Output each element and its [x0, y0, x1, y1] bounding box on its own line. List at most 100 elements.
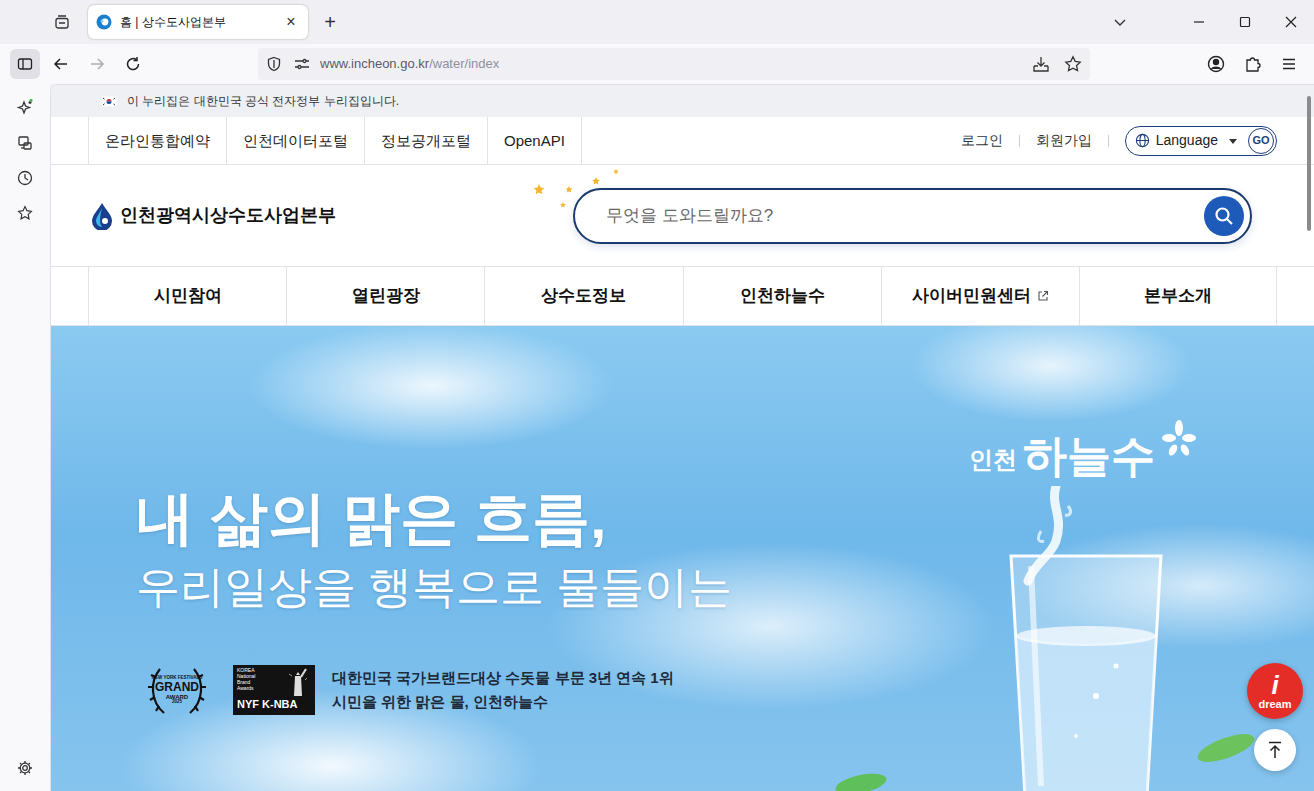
badge-line: GRAND — [155, 681, 199, 694]
globe-icon — [1135, 133, 1150, 148]
browser-tab[interactable]: 홈 | 상수도사업본부 × — [88, 5, 308, 39]
utility-link[interactable]: OpenAPI — [487, 117, 582, 165]
forward-icon[interactable] — [83, 50, 111, 78]
language-label: Language — [1156, 130, 1218, 151]
main-navigation: 시민참여 열린광장 상수도정보 인천하늘수 사이버민원센터 본부소개 — [51, 266, 1314, 326]
brand-small-text: 인천 — [969, 442, 1017, 478]
separator — [1019, 135, 1020, 147]
arrow-up-icon — [1267, 741, 1283, 759]
scrollbar-thumb[interactable] — [1307, 96, 1311, 231]
separator — [1108, 135, 1109, 147]
utility-links: 온라인통합예약인천데이터포털정보공개포털OpenAPI — [88, 117, 582, 164]
award-text: 대한민국 국가브랜드대상 수돗물 부문 3년 연속 1위시민을 위한 맑은 물,… — [332, 666, 674, 714]
main-nav-label: 사이버민원센터 — [912, 283, 1031, 309]
settings-gear-icon[interactable] — [11, 754, 39, 782]
url-path: /water/index — [429, 56, 499, 71]
korea-flag-icon — [101, 96, 117, 107]
sidebar-toggle-icon[interactable] — [10, 49, 40, 79]
search-button[interactable] — [1204, 196, 1244, 236]
main-nav-item[interactable]: 상수도정보 — [484, 267, 682, 325]
site-header: 인천광역시상수도사업본부 — [51, 165, 1314, 266]
hero-banner: 인천 하늘수 내 삶의 맑은 흐름, 우리일상을 행복으로 물들이는 NEW Y… — [51, 326, 1314, 791]
badge-text: NEW YORK FESTIVALSGRANDAWARD2025 — [146, 659, 208, 721]
extensions-icon[interactable] — [1239, 50, 1267, 78]
main-nav-label: 열린광장 — [352, 283, 420, 309]
web-page: 이 누리집은 대한민국 공식 전자정부 누리집입니다. 온라인통합예약인천데이터… — [50, 84, 1314, 791]
favicon-icon — [96, 14, 112, 30]
logo-text: 인천광역시상수도사업본부 — [120, 202, 336, 229]
search-input[interactable] — [604, 202, 1204, 230]
main-nav-item[interactable]: 사이버민원센터 — [881, 267, 1079, 325]
magnifier-icon — [1214, 206, 1234, 226]
award-line: 시민을 위한 맑은 물, 인천하늘수 — [332, 690, 674, 714]
main-nav-item[interactable]: 열린광장 — [286, 267, 484, 325]
back-icon[interactable] — [47, 50, 75, 78]
minimize-icon[interactable] — [1176, 0, 1222, 44]
language-select[interactable]: Language GO — [1125, 126, 1277, 156]
award-badges: NEW YORK FESTIVALSGRANDAWARD2025 KOREANat… — [136, 659, 315, 721]
badge-top: KOREANationalBrandAwards — [237, 668, 311, 698]
main-nav-list: 시민참여 열린광장 상수도정보 인천하늘수 사이버민원센터 본부소개 — [88, 267, 1277, 325]
search-box[interactable] — [573, 188, 1252, 244]
external-link-icon — [1037, 290, 1049, 302]
main-nav-label: 본부소개 — [1144, 283, 1212, 309]
url-host: www.incheon.go.kr — [320, 56, 429, 71]
new-tab-button[interactable]: + — [316, 12, 344, 32]
scroll-top-button[interactable] — [1254, 729, 1296, 771]
bookmark-star-icon[interactable] — [1064, 55, 1082, 73]
grand-award-badge: NEW YORK FESTIVALSGRANDAWARD2025 — [146, 659, 208, 721]
reload-icon[interactable] — [119, 50, 147, 78]
main-nav-item[interactable]: 본부소개 — [1079, 267, 1277, 325]
badge-small-text: KOREANationalBrandAwards — [237, 668, 255, 691]
i-dream-button[interactable]: i dream — [1247, 663, 1303, 719]
tab-bar: 홈 | 상수도사업본부 × + — [0, 0, 1314, 44]
signup-link[interactable]: 회원가입 — [1036, 130, 1092, 151]
gov-banner: 이 누리집은 대한민국 공식 전자정부 누리집입니다. — [51, 85, 1314, 117]
hero-headline: 내 삶의 맑은 흐름, — [136, 486, 1314, 550]
utility-link[interactable]: 온라인통합예약 — [88, 117, 226, 165]
main-nav-item[interactable]: 인천하늘수 — [683, 267, 881, 325]
tab-title: 홈 | 상수도사업본부 — [120, 13, 274, 31]
brand-award-badge: KOREANationalBrandAwards NYF K-NBA — [233, 665, 315, 715]
award-line: 대한민국 국가브랜드대상 수돗물 부문 3년 연속 1위 — [332, 666, 674, 690]
brand-big-text: 하늘수 — [1023, 434, 1155, 478]
water-drop-logo-icon — [90, 202, 114, 230]
utility-bar: 온라인통합예약인천데이터포털정보공개포털OpenAPI 로그인 회원가입 Lang… — [51, 117, 1314, 165]
close-window-icon[interactable] — [1268, 0, 1314, 44]
site-logo[interactable]: 인천광역시상수도사업본부 — [90, 202, 336, 230]
utility-link[interactable]: 인천데이터포털 — [226, 117, 364, 165]
menu-icon[interactable] — [1275, 50, 1303, 78]
bookmarks-icon[interactable] — [11, 199, 39, 227]
badge-line: 2025 — [172, 700, 182, 705]
login-link[interactable]: 로그인 — [961, 130, 1003, 151]
main-nav-label: 시민참여 — [154, 283, 222, 309]
main-nav-label: 인천하늘수 — [740, 283, 825, 309]
address-bar[interactable]: www.incheon.go.kr/water/index — [258, 48, 1090, 80]
ai-sparkle-icon[interactable] — [11, 94, 39, 122]
navigation-bar: www.incheon.go.kr/water/index — [0, 44, 1314, 84]
save-page-icon[interactable] — [1032, 55, 1050, 73]
dream-letter: i — [1271, 672, 1278, 698]
synced-tabs-icon[interactable] — [11, 129, 39, 157]
leaf-decoration-icon — [1191, 726, 1261, 766]
site-info-icon[interactable] — [294, 56, 310, 72]
stars-decoration-icon — [533, 164, 623, 209]
account-links: 로그인 회원가입 — [961, 130, 1092, 151]
tab-menu-icon[interactable] — [1106, 8, 1134, 36]
tab-list-icon[interactable] — [48, 8, 76, 36]
language-go-button[interactable]: GO — [1248, 128, 1274, 154]
maximize-icon[interactable] — [1222, 0, 1268, 44]
browser-content: 이 누리집은 대한민국 공식 전자정부 누리집입니다. 온라인통합예약인천데이터… — [0, 84, 1314, 791]
tab-close-button[interactable]: × — [282, 14, 300, 30]
gov-banner-text: 이 누리집은 대한민국 공식 전자정부 누리집입니다. — [127, 92, 399, 110]
badge-title: NYF K-NBA — [237, 698, 311, 710]
utility-link[interactable]: 정보공개포털 — [364, 117, 487, 165]
main-nav-item[interactable]: 시민참여 — [88, 267, 286, 325]
account-icon[interactable] — [1202, 50, 1230, 78]
water-glass-image — [976, 486, 1176, 791]
dream-label: dream — [1258, 699, 1291, 710]
url-text: www.incheon.go.kr/water/index — [320, 54, 499, 74]
brand-logo: 인천 하늘수 — [969, 434, 1197, 478]
history-icon[interactable] — [11, 164, 39, 192]
shield-icon[interactable] — [266, 56, 282, 72]
